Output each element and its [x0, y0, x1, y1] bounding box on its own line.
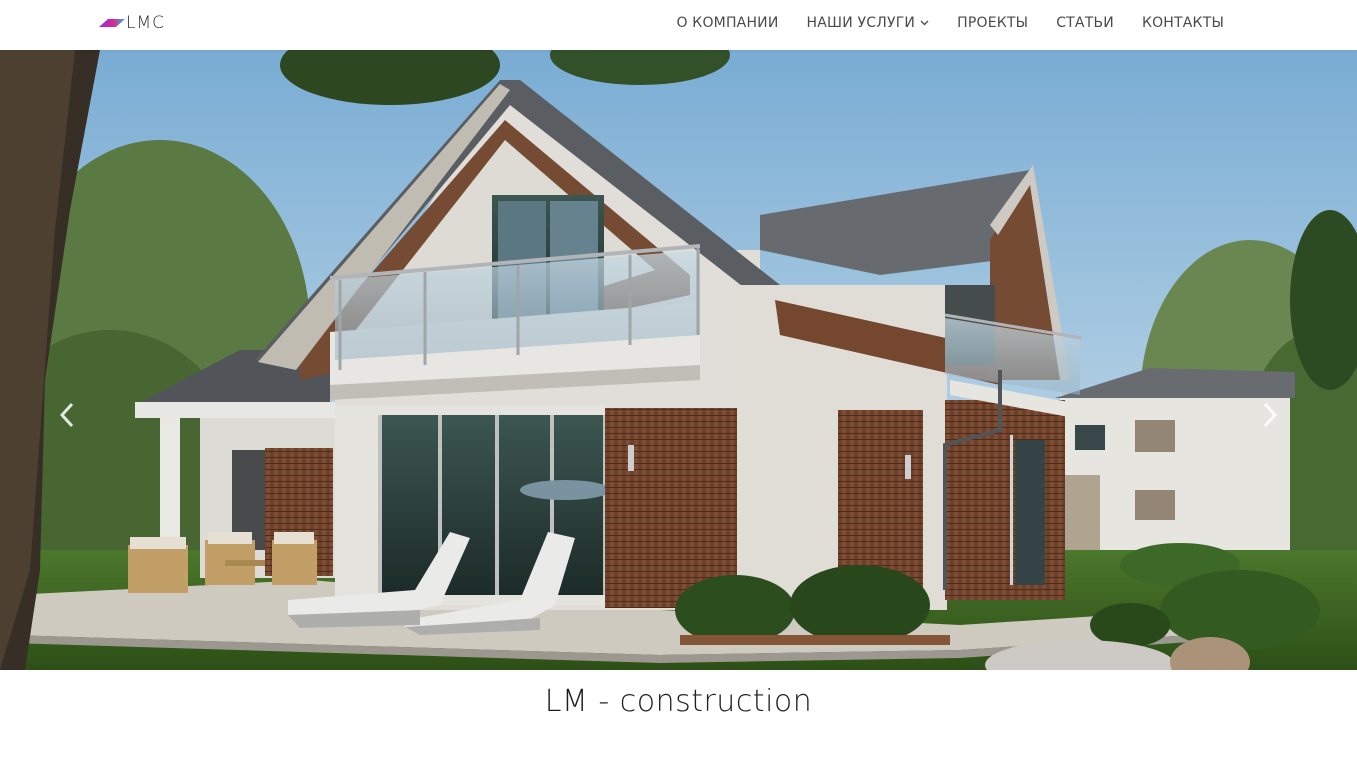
page-title: LM - construction — [544, 684, 813, 719]
nav-link-projects[interactable]: ПРОЕКТЫ — [957, 15, 1028, 31]
hero-house-image — [0, 50, 1357, 670]
chevron-right-icon — [1263, 402, 1277, 428]
nav-link-contacts[interactable]: КОНТАКТЫ — [1142, 15, 1224, 31]
nav-item-contacts: КОНТАКТЫ — [1142, 14, 1224, 32]
nav-item-projects: ПРОЕКТЫ — [957, 14, 1028, 32]
chevron-left-icon — [60, 402, 74, 428]
nav-item-about: О КОМПАНИИ — [676, 14, 778, 32]
carousel-next-button[interactable] — [1258, 395, 1282, 435]
brand-name: LMC — [126, 13, 166, 33]
nav-link-services[interactable]: НАШИ УСЛУГИ — [807, 15, 930, 31]
nav-item-services: НАШИ УСЛУГИ — [807, 14, 930, 32]
nav-item-articles: СТАТЬИ — [1056, 14, 1114, 32]
nav-link-about[interactable]: О КОМПАНИИ — [676, 15, 778, 31]
logo-mark-icon — [99, 19, 125, 27]
carousel-prev-button[interactable] — [55, 395, 79, 435]
main-nav: О КОМПАНИИ НАШИ УСЛУГИ ПРОЕКТЫ СТАТЬИ КО… — [648, 0, 1224, 46]
brand-logo[interactable]: LMC — [99, 13, 165, 33]
nav-link-services-label: НАШИ УСЛУГИ — [806, 15, 916, 31]
nav-link-articles[interactable]: СТАТЬИ — [1056, 15, 1114, 31]
navbar: LMC О КОМПАНИИ НАШИ УСЛУГИ ПРОЕКТЫ СТАТЬ… — [0, 0, 1357, 50]
chevron-down-icon — [920, 20, 929, 26]
hero-carousel — [0, 50, 1357, 670]
